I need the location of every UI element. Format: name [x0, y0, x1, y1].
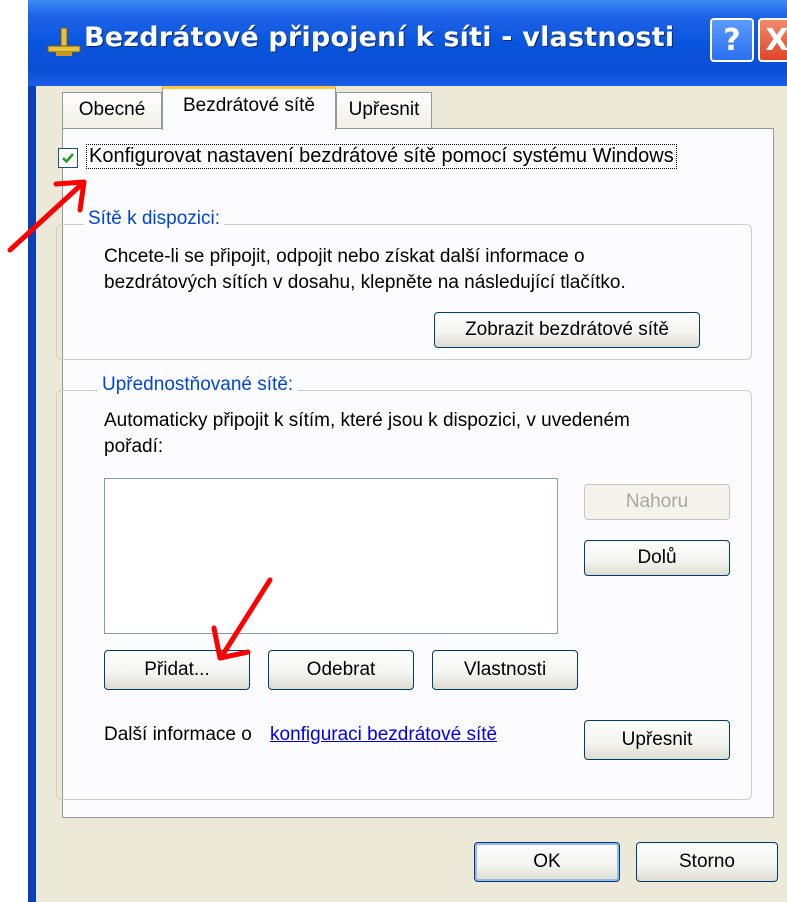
move-up-button[interactable]: Nahoru: [584, 484, 730, 520]
checkmark-icon: [62, 153, 74, 164]
configure-wireless-info-link[interactable]: konfiguraci bezdrátové sítě: [270, 722, 497, 748]
advanced-button[interactable]: Upřesnit: [584, 720, 730, 760]
info-text: Další informace o: [104, 724, 252, 745]
preferred-networks-text-1: Automaticky připojit k sítím, které jsou…: [104, 410, 630, 431]
preferred-networks-legend: Upřednostňované sítě:: [98, 374, 298, 396]
close-button[interactable]: X: [758, 18, 787, 62]
ok-button[interactable]: OK: [474, 842, 620, 882]
configure-windows-checkbox[interactable]: [58, 148, 78, 168]
move-down-button[interactable]: Dolů: [584, 540, 730, 576]
available-networks-text-1: Chcete-li se připojit, odpojit nebo získ…: [104, 246, 585, 267]
network-connection-icon: [47, 27, 81, 56]
help-button[interactable]: ?: [710, 18, 754, 62]
cancel-button[interactable]: Storno: [636, 842, 778, 882]
show-wireless-networks-button[interactable]: Zobrazit bezdrátové sítě: [434, 312, 700, 348]
window-title: Bezdrátové připojení k síti - vlastnosti: [84, 22, 675, 53]
available-networks-text-2: bezdrátových sítích v dosahu, klepněte n…: [104, 272, 626, 293]
network-properties-button[interactable]: Vlastnosti: [432, 650, 578, 690]
configure-windows-label[interactable]: Konfigurovat nastavení bezdrátové sítě p…: [86, 144, 677, 169]
tab-general[interactable]: Obecné: [62, 92, 162, 128]
tab-advanced[interactable]: Upřesnit: [336, 92, 432, 128]
preferred-networks-list[interactable]: [104, 478, 558, 634]
tab-wireless-networks[interactable]: Bezdrátové sítě: [162, 86, 336, 130]
title-bar[interactable]: Bezdrátové připojení k síti - vlastnosti…: [28, 0, 787, 86]
preferred-networks-text-2: pořadí:: [104, 436, 164, 457]
annotation-arrow-add-icon: [211, 577, 273, 661]
annotation-arrow-checkbox-icon: [7, 179, 87, 253]
